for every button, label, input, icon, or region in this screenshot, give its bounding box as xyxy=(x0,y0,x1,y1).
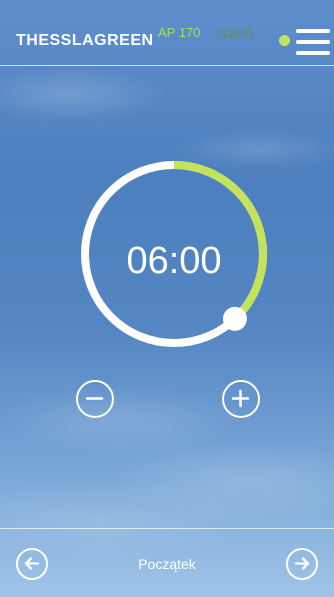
plus-icon xyxy=(231,389,250,408)
next-button[interactable] xyxy=(286,548,318,580)
arrow-right-icon xyxy=(294,557,310,570)
device-model: AP 170 xyxy=(158,25,201,40)
footer-bar: Początek xyxy=(0,528,334,597)
header-bar: THESSLAGREEN AP 170 (1163) xyxy=(0,0,334,66)
dial-knob[interactable] xyxy=(222,306,247,331)
timer-value: 06:00 xyxy=(126,240,222,282)
device-serial: (1163) xyxy=(216,25,253,40)
increase-button[interactable] xyxy=(222,380,260,418)
brand-name: THESSLAGREEN xyxy=(16,32,154,49)
decrease-button[interactable] xyxy=(76,380,114,418)
step-label: Początek xyxy=(138,556,196,572)
hamburger-menu-icon[interactable] xyxy=(296,29,330,55)
minus-icon xyxy=(85,397,104,400)
connection-status-dot xyxy=(279,35,290,46)
